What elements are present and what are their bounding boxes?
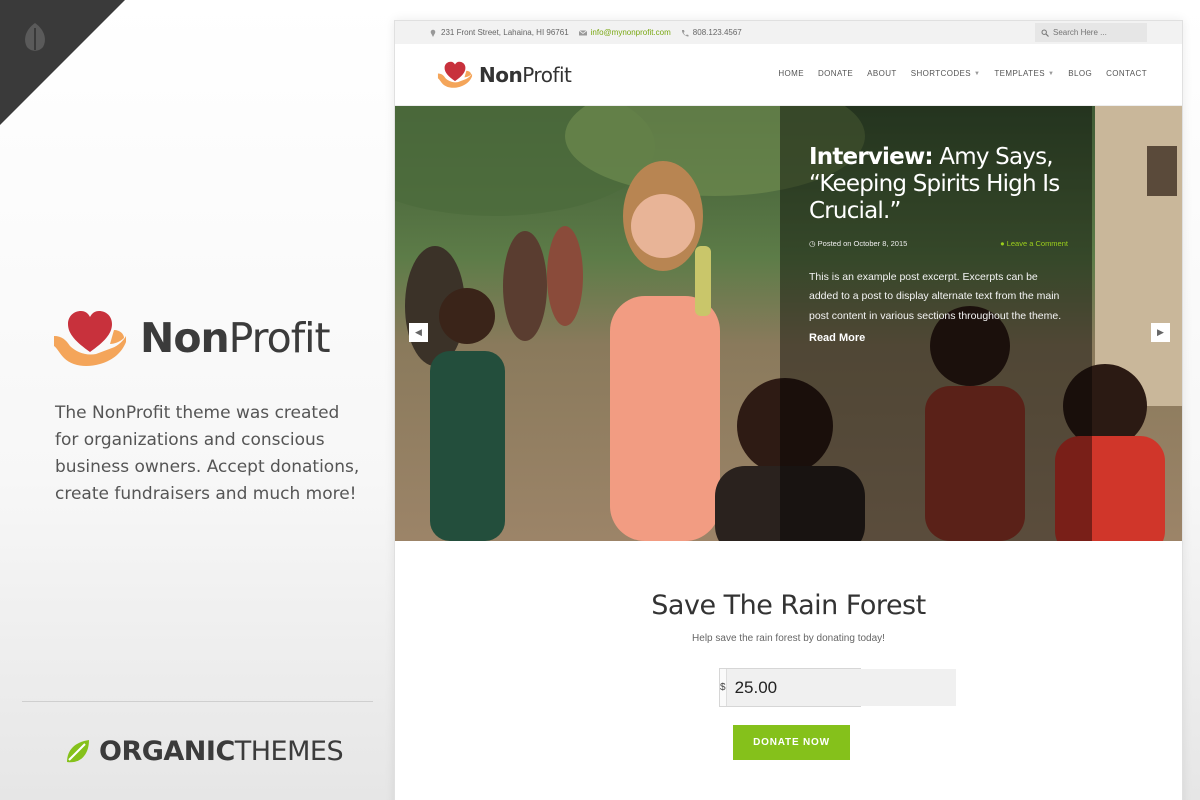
chevron-down-icon: ▼ <box>1047 70 1055 77</box>
leave-comment-text: Leave a Comment <box>1006 239 1068 248</box>
email-link[interactable]: info@mynonprofit.com <box>591 28 671 37</box>
organic-themes-text: ORGANICTHEMES <box>99 736 344 767</box>
search-icon <box>1041 29 1049 37</box>
nav-shortcodes[interactable]: SHORTCODES ▼ <box>911 69 981 78</box>
brand-light: THEMES <box>234 736 344 767</box>
chevron-left-icon: ◀ <box>415 327 422 337</box>
post-date: ◷ Posted on October 8, 2015 <box>809 239 907 248</box>
site-preview: 231 Front Street, Lahaina, HI 96761 info… <box>394 20 1183 800</box>
search-input[interactable] <box>1053 28 1143 37</box>
slide-caption: Interview: Amy Says, “Keeping Spirits Hi… <box>780 106 1092 541</box>
nav-home[interactable]: HOME <box>778 69 804 78</box>
clock-icon: ◷ <box>809 239 818 248</box>
heart-hand-icon <box>54 311 126 366</box>
site-header: NonProfit HOME DONATE ABOUT SHORTCODES ▼ … <box>395 44 1182 106</box>
read-more-link[interactable]: Read More <box>809 332 865 344</box>
site-logo-text: NonProfit <box>479 62 572 87</box>
donate-section: Save The Rain Forest Help save the rain … <box>395 541 1182 800</box>
slide-title-bold: Interview: <box>809 144 934 170</box>
organic-themes-brand[interactable]: ORGANICTHEMES <box>63 736 344 767</box>
map-pin-icon <box>430 29 436 37</box>
nav-shortcodes-label: SHORTCODES <box>910 69 972 78</box>
donate-now-button[interactable]: DONATE NOW <box>733 725 850 760</box>
phone-icon <box>681 29 689 36</box>
email-item[interactable]: info@mynonprofit.com <box>578 28 671 37</box>
nav-donate[interactable]: DONATE <box>818 69 853 78</box>
phone-text: 808.123.4567 <box>692 28 742 37</box>
hero-slider: Interview: Amy Says, “Keeping Spirits Hi… <box>395 106 1182 541</box>
promo-logo-bold: Non <box>140 313 230 362</box>
donate-subtitle: Help save the rain forest by donating to… <box>692 633 885 644</box>
site-logo[interactable]: NonProfit <box>437 59 572 90</box>
slide-meta: ◷ Posted on October 8, 2015 ● Leave a Co… <box>809 239 1068 248</box>
post-date-text: Posted on October 8, 2015 <box>817 239 908 248</box>
nav-contact[interactable]: CONTACT <box>1106 69 1147 78</box>
site-logo-light: Profit <box>522 62 572 87</box>
promo-logo: NonProfit <box>52 306 331 370</box>
slider-prev-button[interactable]: ◀ <box>409 323 428 342</box>
leave-comment-link[interactable]: ● Leave a Comment <box>1000 239 1068 248</box>
corner-banner <box>0 0 125 125</box>
amount-input[interactable] <box>726 669 956 706</box>
heart-hand-icon <box>437 61 473 88</box>
promo-description: The NonProfit theme was created for orga… <box>55 403 360 504</box>
nav-templates[interactable]: TEMPLATES ▼ <box>994 69 1054 78</box>
phone-item: 808.123.4567 <box>681 28 742 37</box>
mail-icon <box>578 29 587 35</box>
divider <box>22 701 373 702</box>
site-logo-bold: Non <box>479 62 523 87</box>
chevron-right-icon: ▶ <box>1157 327 1164 337</box>
comment-icon: ● <box>1000 239 1007 248</box>
top-bar: 231 Front Street, Lahaina, HI 96761 info… <box>395 21 1182 44</box>
address-text: 231 Front Street, Lahaina, HI 96761 <box>441 28 569 37</box>
nav-about[interactable]: ABOUT <box>867 69 897 78</box>
address-item: 231 Front Street, Lahaina, HI 96761 <box>429 28 569 37</box>
chevron-down-icon: ▼ <box>974 70 981 77</box>
donation-amount-field: $ <box>719 668 956 707</box>
nav-templates-label: TEMPLATES <box>994 69 1045 78</box>
nav-blog[interactable]: BLOG <box>1068 69 1092 78</box>
leaf-icon <box>67 739 89 762</box>
promo-logo-text: NonProfit <box>140 317 331 359</box>
brand-bold: ORGANIC <box>99 736 235 767</box>
main-nav: HOME DONATE ABOUT SHORTCODES ▼ TEMPLATES ▼… <box>778 69 1147 78</box>
slider-next-button[interactable]: ▶ <box>1151 323 1170 342</box>
donate-title: Save The Rain Forest <box>651 590 926 621</box>
search-box[interactable] <box>1035 23 1147 42</box>
promo-logo-light: Profit <box>228 313 331 362</box>
leaf-icon <box>25 23 45 51</box>
slide-title[interactable]: Interview: Amy Says, “Keeping Spirits Hi… <box>809 144 1068 225</box>
slide-excerpt: This is an example post excerpt. Excerpt… <box>809 271 1062 322</box>
